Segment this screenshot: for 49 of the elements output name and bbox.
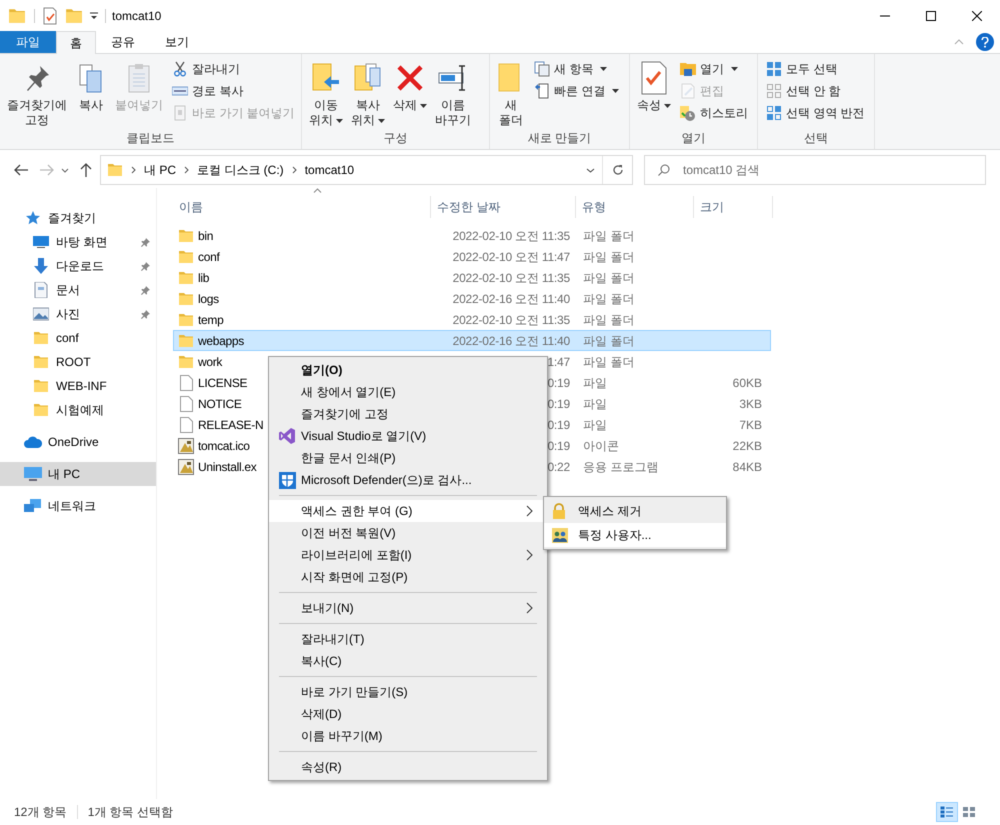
file-name: bin (198, 228, 214, 244)
modified-date: 0:19 (547, 376, 570, 390)
file-type: 파일 (583, 396, 607, 410)
group-label: 클립보드 (126, 130, 174, 147)
file-size: 7KB (739, 418, 762, 432)
file-size: 84KB (732, 460, 762, 474)
window-title: tomcat10 (112, 8, 162, 24)
file-size: 22KB (732, 438, 762, 452)
group-label: 열기 (682, 130, 706, 147)
file-type: 파일 폴더 (583, 250, 634, 264)
group-label: 구성 (384, 130, 408, 147)
file-name: work (198, 354, 222, 370)
file-type: 응용 프로그램 (583, 460, 658, 474)
file-name: RELEASE-N (198, 416, 264, 434)
file-name: lib (198, 270, 210, 286)
file-type: 파일 (583, 418, 607, 432)
file-type: 파일 폴더 (583, 312, 634, 326)
file-type: 아이콘 (583, 438, 619, 452)
modified-date: 0:19 (547, 418, 570, 432)
file-name: LICENSE (198, 374, 248, 392)
modified-date: 0:19 (547, 396, 570, 410)
modified-date: 2022-02-10 오전 11:35 (452, 270, 570, 284)
file-name: temp (198, 312, 224, 328)
file-type: 파일 (583, 376, 607, 390)
file-name: NOTICE (198, 396, 242, 412)
modified-date: 2022-02-16 오전 11:40 (452, 334, 570, 348)
modified-date: 2022-02-10 오전 11:47 (452, 250, 570, 264)
selection-count: 1개 항목 선택함 (88, 804, 174, 821)
file-size: 60KB (732, 376, 762, 390)
item-count: 12개 항목 (14, 804, 67, 821)
file-type: 파일 폴더 (583, 354, 634, 368)
file-type: 파일 폴더 (583, 334, 634, 348)
modified-date: 1:47 (547, 354, 570, 368)
file-type: 파일 폴더 (583, 228, 634, 242)
modified-date: 2022-02-10 오전 11:35 (452, 312, 570, 326)
file-name: Uninstall.ex (198, 458, 256, 476)
file-type: 파일 폴더 (583, 270, 634, 284)
file-name: conf (198, 248, 220, 266)
modified-date: 0:19 (547, 438, 570, 452)
file-name: tomcat.ico (198, 438, 250, 454)
file-name: logs (198, 290, 219, 308)
file-name: webapps (198, 332, 244, 350)
modified-date: 0:22 (547, 460, 570, 474)
group-label: 선택 (804, 130, 828, 147)
modified-date: 2022-02-16 오전 11:40 (452, 292, 570, 306)
modified-date: 2022-02-10 오전 11:35 (452, 228, 570, 242)
group-label: 새로 만들기 (528, 130, 592, 147)
file-type: 파일 폴더 (583, 292, 634, 306)
file-size: 3KB (739, 396, 762, 410)
